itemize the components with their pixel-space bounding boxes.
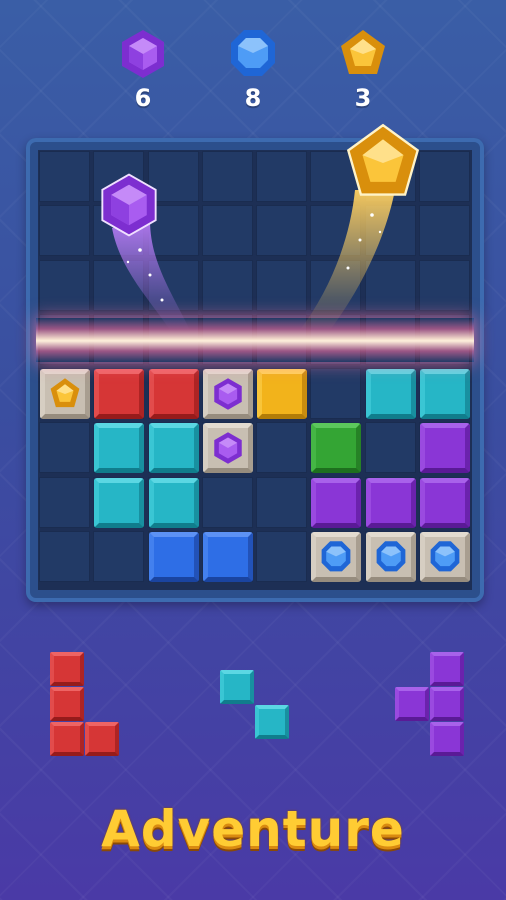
flying-purple-gem-icon <box>101 173 157 237</box>
yellow-gem-trail <box>300 190 395 330</box>
mode-title: Adventure <box>101 800 405 858</box>
flying-yellow-gem-icon <box>346 123 420 196</box>
piece-tray <box>0 640 506 780</box>
